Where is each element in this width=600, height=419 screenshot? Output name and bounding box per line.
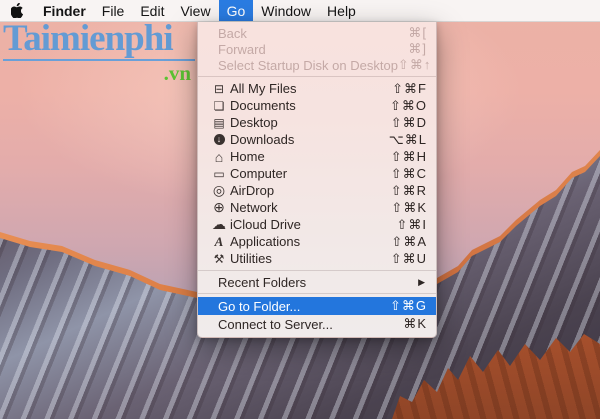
menu-separator [198,76,436,77]
menu-item-shortcut: ⇧⌘↑ [397,57,432,72]
menu-section-history: Back ⌘[Forward ⌘] Select Startup Disk on De… [198,25,436,73]
menu-separator [198,270,436,271]
utilities-icon: ⚒ [213,251,225,266]
menu-item-recent-folders[interactable]: Recent Folders ▶ [198,274,436,290]
menu-item-label: AirDrop [230,183,275,198]
network-icon: ⊕ [213,199,225,215]
menubar-item-help[interactable]: Help [319,0,364,21]
menu-item-shortcut: ⌘K [403,316,427,331]
menu-item-label: Back [218,25,247,41]
menu-item-shortcut: ⇧⌘F [392,80,427,96]
menu-item-shortcut: ⇧⌘G [389,298,427,313]
menu-section-recent: Recent Folders ▶ [198,274,436,290]
menu-item-network[interactable]: ⊕ Network ⇧⌘K [198,199,436,216]
menu-item-label: Utilities [230,251,272,266]
menu-item-select-startup-disk-on-desktop: Select Startup Disk on Desktop ⇧⌘↑ [198,57,436,73]
menu-item-shortcut: ⇧⌘A [391,233,427,249]
menu-item-applications[interactable]: A Applications ⇧⌘A [198,233,436,250]
menu-item-airdrop[interactable]: ◎ AirDrop ⇧⌘R [198,182,436,199]
menu-item-desktop[interactable]: ▤ Desktop ⇧⌘D [198,114,436,131]
apple-menu[interactable] [0,0,35,21]
desktop-icon: ▤ [213,115,225,130]
menu-item-shortcut: ⌘[ [408,25,427,40]
menu-item-computer[interactable]: ▭ Computer ⇧⌘C [198,165,436,182]
menu-item-label: Connect to Server... [218,316,333,332]
menu-item-shortcut: ⇧⌘C [390,165,427,181]
downloads-icon: ↓ [211,134,227,145]
menu-item-connect-to-server[interactable]: Connect to Server... ⌘K [198,315,436,333]
apple-logo-icon [11,3,24,18]
menu-item-label: Home [230,149,265,164]
menu-item-shortcut: ⇧⌘R [390,182,427,198]
menu-item-all-my-files[interactable]: ⊟ All My Files ⇧⌘F [198,80,436,97]
menu-item-label: Recent Folders [218,274,307,290]
menu-item-shortcut: ⌥⌘L [388,131,427,147]
menu-item-documents[interactable]: ❏ Documents ⇧⌘O [198,97,436,114]
menubar-item-file[interactable]: File [94,0,133,21]
menu-separator [198,293,436,294]
menu-item-label: iCloud Drive [230,217,301,232]
menu-item-label: Select Startup Disk on Desktop [218,57,398,73]
go-menu-panel: Back ⌘[Forward ⌘] Select Startup Disk on De… [197,22,437,338]
menu-item-back: Back ⌘[ [198,25,436,41]
menubar-item-finder[interactable]: Finder [35,0,94,21]
desktop: Taimienphi .vn Finder File Edit View Go Windo… [0,0,600,419]
menubar-item-window[interactable]: Window [253,0,319,21]
computer-icon: ▭ [213,166,225,181]
menu-item-label: Downloads [230,132,295,147]
menu-item-shortcut: ⌘] [408,41,427,56]
applications-icon: A [214,233,224,249]
submenu-arrow-icon: ▶ [418,276,425,287]
menu-item-shortcut: ⇧⌘H [390,148,427,164]
menu-item-shortcut: ⇧⌘O [389,97,427,113]
airdrop-icon: ◎ [212,182,226,198]
watermark: Taimienphi .vn [3,20,195,86]
menu-item-forward: Forward ⌘] [198,41,436,57]
menu-item-label: Computer [230,166,288,181]
menu-item-label: All My Files [230,81,297,96]
menubar-item-view[interactable]: View [172,0,218,21]
menu-item-home[interactable]: ⌂ Home ⇧⌘H [198,148,436,165]
menubar-item-go[interactable]: Go [218,0,254,21]
menu-item-shortcut: ⇧⌘K [391,199,427,215]
menu-item-label: Forward [218,41,266,57]
menu-section-places: ⊟ All My Files ⇧⌘F ❏ Documents ⇧⌘O ▤ Desktop ⇧⌘D… [198,80,436,267]
menu-item-label: Documents [230,98,296,113]
watermark-suffix: .vn [163,61,191,85]
menu-item-shortcut: ⇧⌘D [390,114,427,130]
menu-item-label: Go to Folder... [218,298,301,314]
menu-section-actions: Go to Folder... ⇧⌘G Connect to Server... ⌘K [198,297,436,333]
menu-item-icloud-drive[interactable]: ☁ iCloud Drive ⇧⌘I [198,216,436,233]
menu-item-utilities[interactable]: ⚒ Utilities ⇧⌘U [198,250,436,267]
home-icon: ⌂ [214,148,224,165]
menu-item-shortcut: ⇧⌘I [396,216,427,232]
watermark-title: Taimienphi [3,20,195,61]
all-my-files-icon: ⊟ [213,81,225,96]
menu-item-downloads[interactable]: ↓ Downloads ⌥⌘L [198,131,436,148]
menu-item-label: Applications [230,234,301,249]
documents-icon: ❏ [213,98,225,113]
menu-item-go-to-folder[interactable]: Go to Folder... ⇧⌘G [198,297,436,315]
menu-item-shortcut: ⇧⌘U [390,250,427,266]
menu-item-label: Network [230,200,278,215]
menubar: Finder File Edit View Go Window Help [0,0,600,22]
menubar-item-edit[interactable]: Edit [132,0,172,21]
menu-item-label: Desktop [230,115,278,130]
icloud-drive-icon: ☁ [212,216,226,232]
